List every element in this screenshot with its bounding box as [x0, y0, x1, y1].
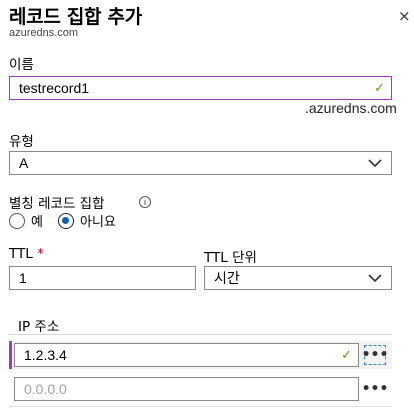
ttl-input-value: 1	[19, 270, 27, 286]
ip-section-header: IP 주소	[18, 319, 60, 335]
radio-no-label: 아니요	[80, 215, 116, 230]
radio-yes-label: 예	[31, 215, 43, 230]
row-divider	[9, 406, 392, 407]
type-label: 유형	[9, 134, 34, 150]
ttl-label: TTL *	[9, 246, 44, 262]
ttl-unit-value: 시간	[214, 270, 240, 286]
section-divider	[9, 334, 392, 335]
more-options-button[interactable]: •••	[361, 379, 389, 399]
name-input[interactable]: testrecord1 ✓	[9, 76, 392, 100]
name-input-value: testrecord1	[19, 80, 90, 96]
chevron-down-icon	[368, 274, 382, 283]
radio-no-circle[interactable]	[58, 212, 74, 229]
ip-input-empty[interactable]: 0.0.0.0	[14, 377, 359, 401]
ttl-unit-select[interactable]: 시간	[204, 266, 392, 290]
radio-no[interactable]: 아니요	[58, 211, 116, 230]
more-icon: •••	[361, 381, 389, 397]
close-icon[interactable]: ×	[398, 7, 411, 25]
ip-input[interactable]: 1.2.3.4 ✓	[14, 343, 359, 367]
domain-suffix: .azuredns.com	[305, 100, 397, 116]
row-selection-indicator	[9, 341, 12, 369]
required-mark: *	[37, 246, 44, 262]
radio-yes-circle[interactable]	[9, 212, 25, 229]
more-icon: •••	[361, 347, 389, 363]
valid-check-icon: ✓	[341, 347, 352, 362]
ip-input-placeholder: 0.0.0.0	[24, 381, 67, 397]
info-icon[interactable]: i	[139, 196, 151, 208]
ttl-label-text: TTL	[9, 246, 33, 262]
ip-input-value: 1.2.3.4	[24, 347, 67, 363]
more-options-button[interactable]: •••	[361, 345, 389, 365]
ttl-unit-label: TTL 단위	[204, 250, 257, 266]
ttl-input[interactable]: 1	[9, 266, 196, 290]
chevron-down-icon	[368, 159, 382, 168]
page-subtitle: azuredns.com	[9, 27, 79, 39]
name-label: 이름	[9, 57, 34, 73]
type-select[interactable]: A	[9, 151, 392, 175]
alias-label: 별칭 레코드 집합	[9, 196, 105, 212]
radio-yes[interactable]: 예	[9, 211, 43, 230]
type-select-value: A	[19, 155, 29, 171]
page-title: 레코드 집합 추가	[9, 6, 142, 28]
valid-check-icon: ✓	[374, 80, 385, 95]
